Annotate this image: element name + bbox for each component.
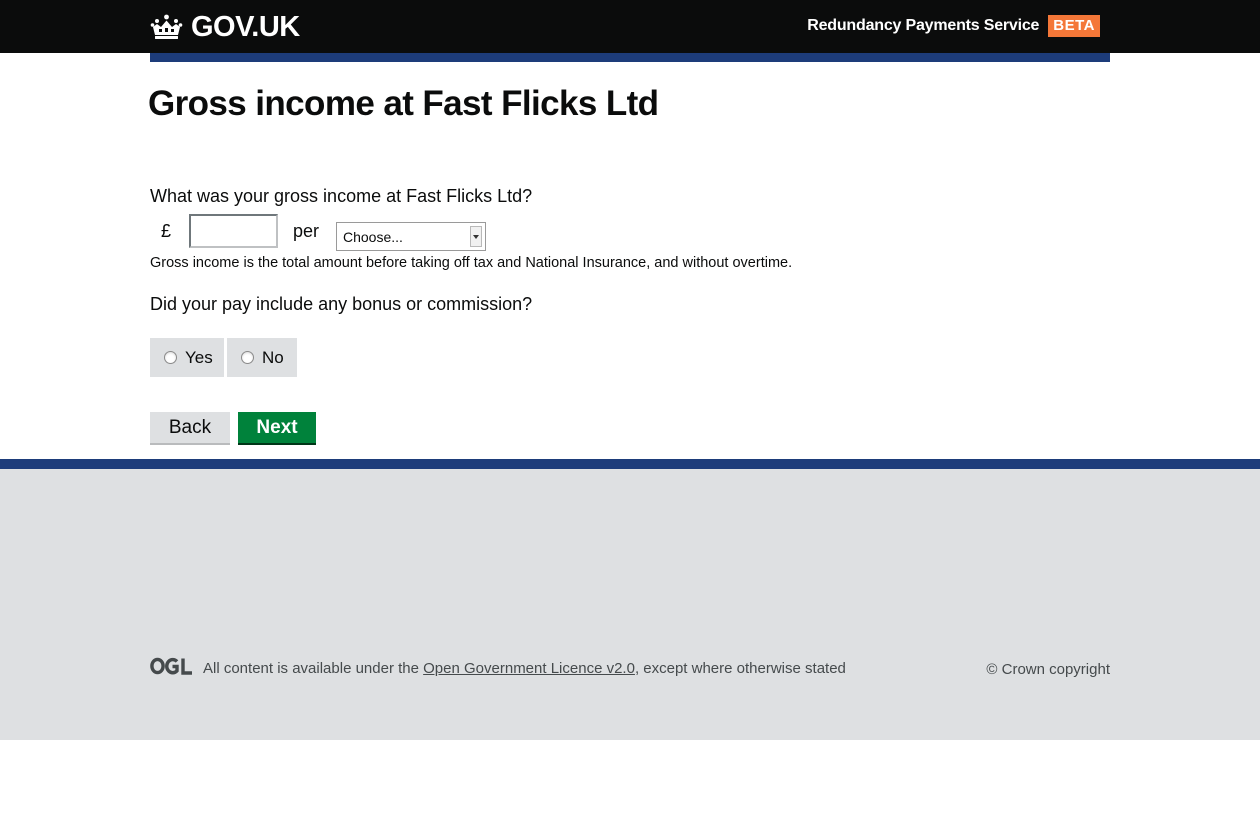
dropdown-arrow-icon	[470, 226, 482, 247]
income-question-label: What was your gross income at Fast Flick…	[150, 186, 533, 206]
next-button[interactable]: Next	[238, 412, 316, 445]
per-label: per	[293, 221, 320, 241]
bonus-no-option[interactable]: No	[227, 338, 297, 377]
govuk-logo-link[interactable]: GOV.UK	[150, 10, 300, 44]
logo-text: GOV.UK	[191, 10, 300, 43]
bonus-yes-label: Yes	[185, 347, 213, 367]
pay-period-select[interactable]: Choose...	[336, 222, 486, 251]
service-name-link[interactable]: Redundancy Payments Service	[807, 17, 1039, 35]
footer-blue-rule	[0, 459, 1260, 469]
pay-period-selected-value: Choose...	[343, 228, 403, 245]
gross-income-input[interactable]	[189, 214, 278, 248]
crown-copyright-link[interactable]: © Crown copyright	[986, 660, 1110, 679]
page-title: Gross income at Fast Flicks Ltd	[148, 84, 659, 123]
currency-symbol: £	[161, 221, 172, 241]
bonus-question-label: Did your pay include any bonus or commis…	[150, 294, 533, 314]
licence-text: All content is available under the Open …	[203, 659, 846, 678]
radio-yes[interactable]	[164, 351, 177, 364]
header-blue-rule	[150, 53, 1110, 62]
back-button[interactable]: Back	[150, 412, 230, 445]
licence-suffix: , except where otherwise stated	[634, 660, 846, 677]
licence-prefix: All content is available under the	[203, 660, 424, 677]
phase-tag: BETA	[1048, 15, 1100, 37]
bonus-yes-option[interactable]: Yes	[150, 338, 224, 377]
global-header: GOV.UK Redundancy Payments Service BETA	[0, 0, 1260, 53]
open-government-licence-link[interactable]: Open Government Licence v2.0	[423, 660, 635, 677]
service-info: Redundancy Payments Service BETA	[807, 15, 1100, 37]
radio-no[interactable]	[241, 351, 254, 364]
income-hint: Gross income is the total amount before …	[150, 255, 793, 271]
crown-icon	[150, 14, 183, 39]
footer: All content is available under the Open …	[0, 469, 1260, 740]
ogl-logo-icon	[150, 657, 192, 675]
bonus-no-label: No	[262, 347, 284, 367]
